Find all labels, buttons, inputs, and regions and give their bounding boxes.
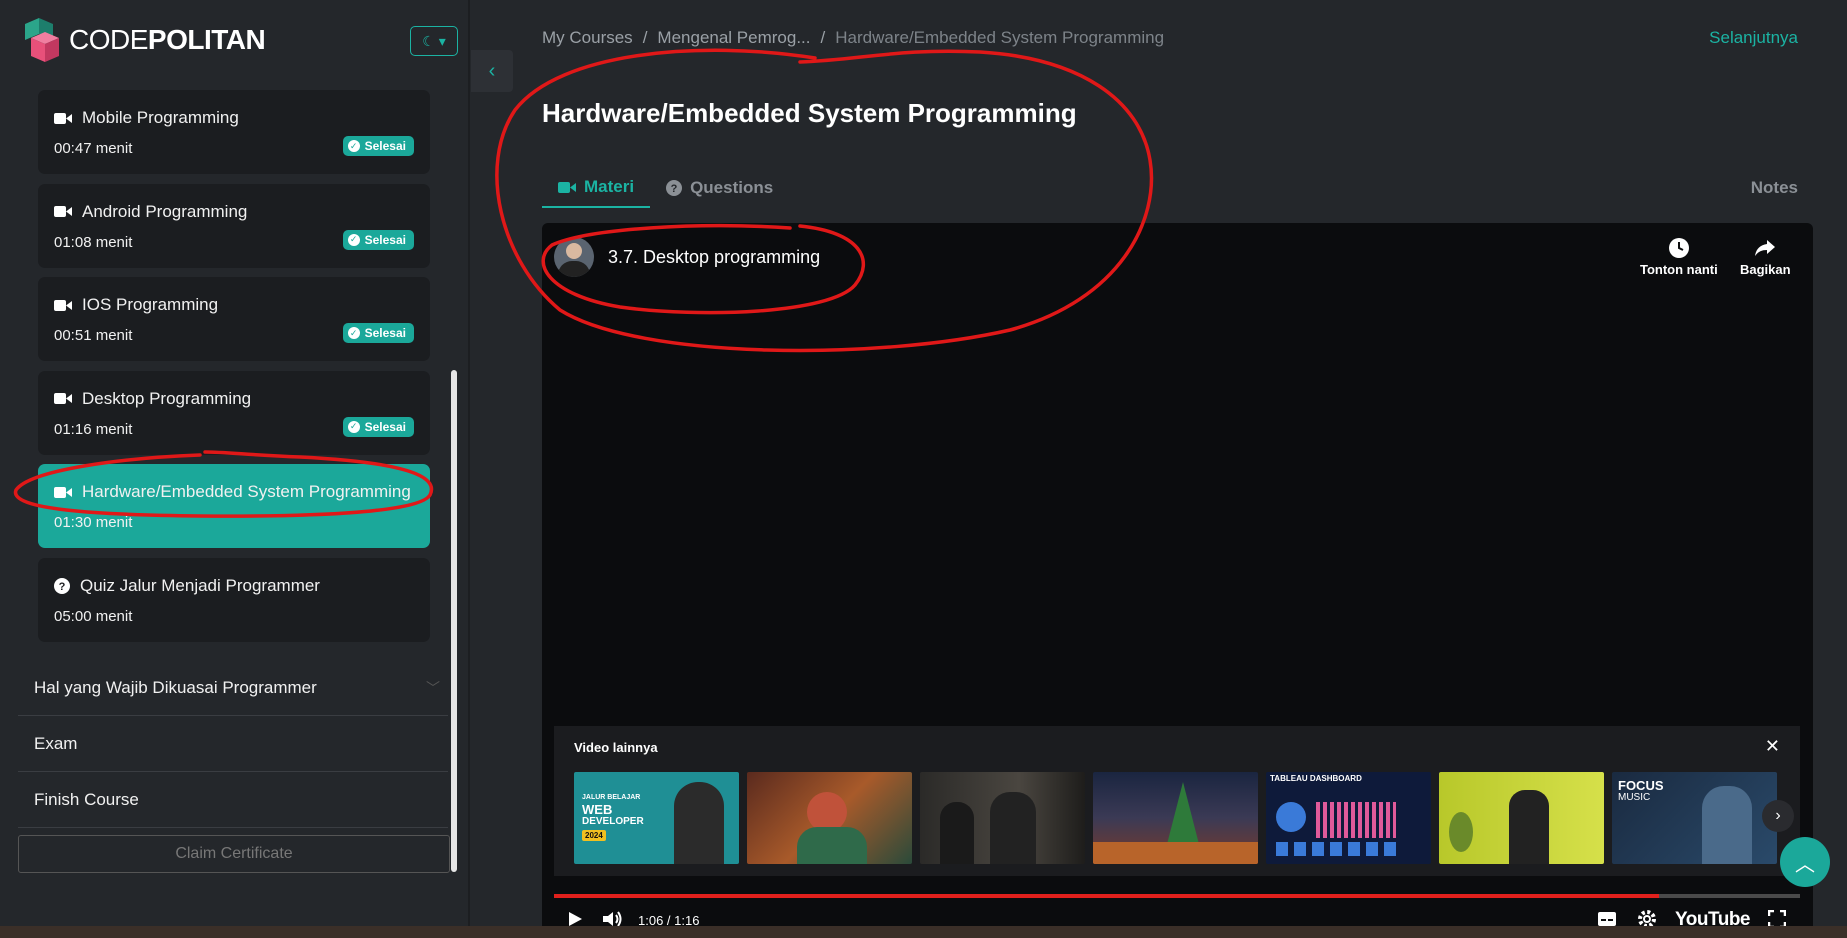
lesson-title: Mobile Programming	[82, 108, 239, 127]
lesson-title: Desktop Programming	[82, 388, 252, 408]
lesson-item-ios-programming[interactable]: IOS Programming 00:51 menit ✓ Selesai	[38, 277, 430, 361]
more-videos-panel: Video lainnya ✕ JALUR BELAJAR WEB DEVELO…	[554, 726, 1800, 876]
lesson-duration: 05:00 menit	[54, 607, 133, 625]
video-title[interactable]: 3.7. Desktop programming	[608, 247, 820, 268]
status-badge: ✓ Selesai	[342, 416, 414, 437]
theme-toggle-button[interactable]: ☾ ▾	[410, 26, 458, 56]
lesson-item-hardware-embedded[interactable]: Hardware/Embedded System Programming 01:…	[38, 464, 430, 548]
claim-certificate-button[interactable]: Claim Certificate	[18, 835, 450, 873]
lesson-item-mobile-programming[interactable]: Mobile Programming 00:47 menit ✓ Selesai	[38, 90, 430, 174]
section-label: Finish Course	[34, 789, 139, 809]
video-icon	[558, 181, 576, 193]
share-button[interactable]: Bagikan	[1740, 237, 1791, 277]
video-header: 3.7. Desktop programming	[554, 237, 820, 277]
video-thumbnail[interactable]	[920, 772, 1085, 864]
watch-later-button[interactable]: Tonton nanti	[1640, 237, 1718, 277]
notes-tab[interactable]: Notes	[1751, 178, 1798, 198]
video-icon	[54, 112, 72, 124]
lesson-item-android-programming[interactable]: Android Programming 01:08 menit ✓ Selesai	[38, 183, 430, 268]
video-thumbnail[interactable]: TABLEAU DASHBOARD	[1266, 772, 1431, 864]
breadcrumb-separator: /	[642, 28, 648, 47]
channel-avatar[interactable]	[554, 237, 594, 277]
thumbnail-row: JALUR BELAJAR WEB DEVELOPER 2024 TABLEAU…	[574, 772, 1777, 864]
lesson-title: Quiz Jalur Menjadi Programmer	[80, 575, 320, 595]
lesson-list: Mobile Programming 00:47 menit ✓ Selesai …	[38, 90, 430, 651]
next-lesson-link[interactable]: Selanjutnya	[1709, 28, 1798, 48]
check-icon: ✓	[347, 420, 360, 433]
section-hal-wajib[interactable]: Hal yang Wajib Dikuasai Programmer ﹀	[18, 660, 448, 716]
lesson-item-quiz[interactable]: ? Quiz Jalur Menjadi Programmer 05:00 men…	[38, 557, 430, 642]
breadcrumb-course[interactable]: Mengenal Pemrog...	[657, 28, 810, 48]
video-thumbnail[interactable]: FOCUS MUSIC	[1612, 772, 1777, 864]
video-icon	[54, 486, 72, 498]
breadcrumb: My Courses / Mengenal Pemrog... / Hardwa…	[542, 28, 1164, 48]
svg-text:?: ?	[59, 581, 66, 593]
lesson-duration: 01:30 menit	[54, 514, 133, 531]
page-title: Hardware/Embedded System Programming	[542, 98, 1077, 128]
section-exam[interactable]: Exam	[18, 716, 448, 772]
tab-questions[interactable]: ? Questions	[650, 168, 789, 208]
chevron-up-icon: ︿	[1795, 853, 1815, 876]
chevron-right-icon[interactable]: ›	[1762, 800, 1794, 832]
question-icon: ?	[666, 180, 683, 196]
question-icon: ?	[54, 577, 70, 594]
section-label: Exam	[34, 733, 78, 753]
video-thumbnail[interactable]	[1439, 772, 1604, 864]
tab-materi[interactable]: Materi	[542, 168, 651, 208]
check-icon: ✓	[347, 233, 360, 246]
video-player[interactable]: 3.7. Desktop programming Tonton nanti Ba…	[542, 223, 1813, 938]
breadcrumb-separator: /	[820, 28, 826, 47]
progress-fill	[554, 894, 1660, 898]
video-thumbnail[interactable]: JALUR BELAJAR WEB DEVELOPER 2024	[574, 772, 739, 864]
video-icon	[54, 206, 72, 217]
video-icon	[54, 299, 72, 311]
video-icon	[54, 393, 72, 404]
breadcrumb-current: Hardware/Embedded System Programming	[835, 28, 1165, 47]
close-icon[interactable]: ✕	[1765, 736, 1780, 757]
lesson-title: IOS Programming	[82, 295, 219, 314]
share-icon	[1755, 240, 1776, 256]
video-thumbnail[interactable]	[1093, 772, 1258, 864]
more-videos-title: Video lainnya	[574, 740, 658, 755]
breadcrumb-my-courses[interactable]: My Courses	[542, 28, 633, 48]
status-badge: ✓ Selesai	[342, 229, 414, 250]
check-icon: ✓	[347, 140, 360, 152]
section-label: Hal yang Wajib Dikuasai Programmer	[34, 677, 317, 697]
section-finish-course[interactable]: Finish Course	[18, 772, 448, 828]
status-badge: ✓ Selesai	[342, 323, 414, 343]
video-thumbnail[interactable]	[747, 772, 912, 864]
taskbar-strip	[0, 926, 1847, 938]
sidebar: CODEPOLITAN ☾ ▾ Mobile Programming 00:47…	[0, 0, 470, 926]
scroll-to-top-button[interactable]: ︿	[1780, 837, 1830, 887]
video-progress-bar[interactable]	[554, 894, 1800, 898]
chevron-down-icon: ﹀	[426, 679, 440, 696]
status-badge: ✓ Selesai	[342, 136, 414, 156]
chevron-left-icon: ‹	[488, 59, 496, 82]
sidebar-scrollbar[interactable]	[451, 370, 457, 872]
svg-text:?: ?	[671, 183, 678, 195]
check-icon: ✓	[347, 327, 360, 339]
clock-icon	[1668, 238, 1689, 258]
lesson-title: Hardware/Embedded System Programming	[82, 482, 411, 501]
content-tabs: Materi ? Questions	[542, 168, 789, 208]
lesson-item-desktop-programming[interactable]: Desktop Programming 01:16 menit ✓ Selesai	[38, 370, 430, 455]
lesson-title: Android Programming	[82, 201, 248, 221]
collapse-sidebar-button[interactable]: ‹	[471, 50, 513, 92]
codepolitan-logo-icon	[25, 18, 59, 62]
logo[interactable]: CODEPOLITAN	[17, 18, 266, 62]
logo-text: CODEPOLITAN	[69, 24, 266, 55]
